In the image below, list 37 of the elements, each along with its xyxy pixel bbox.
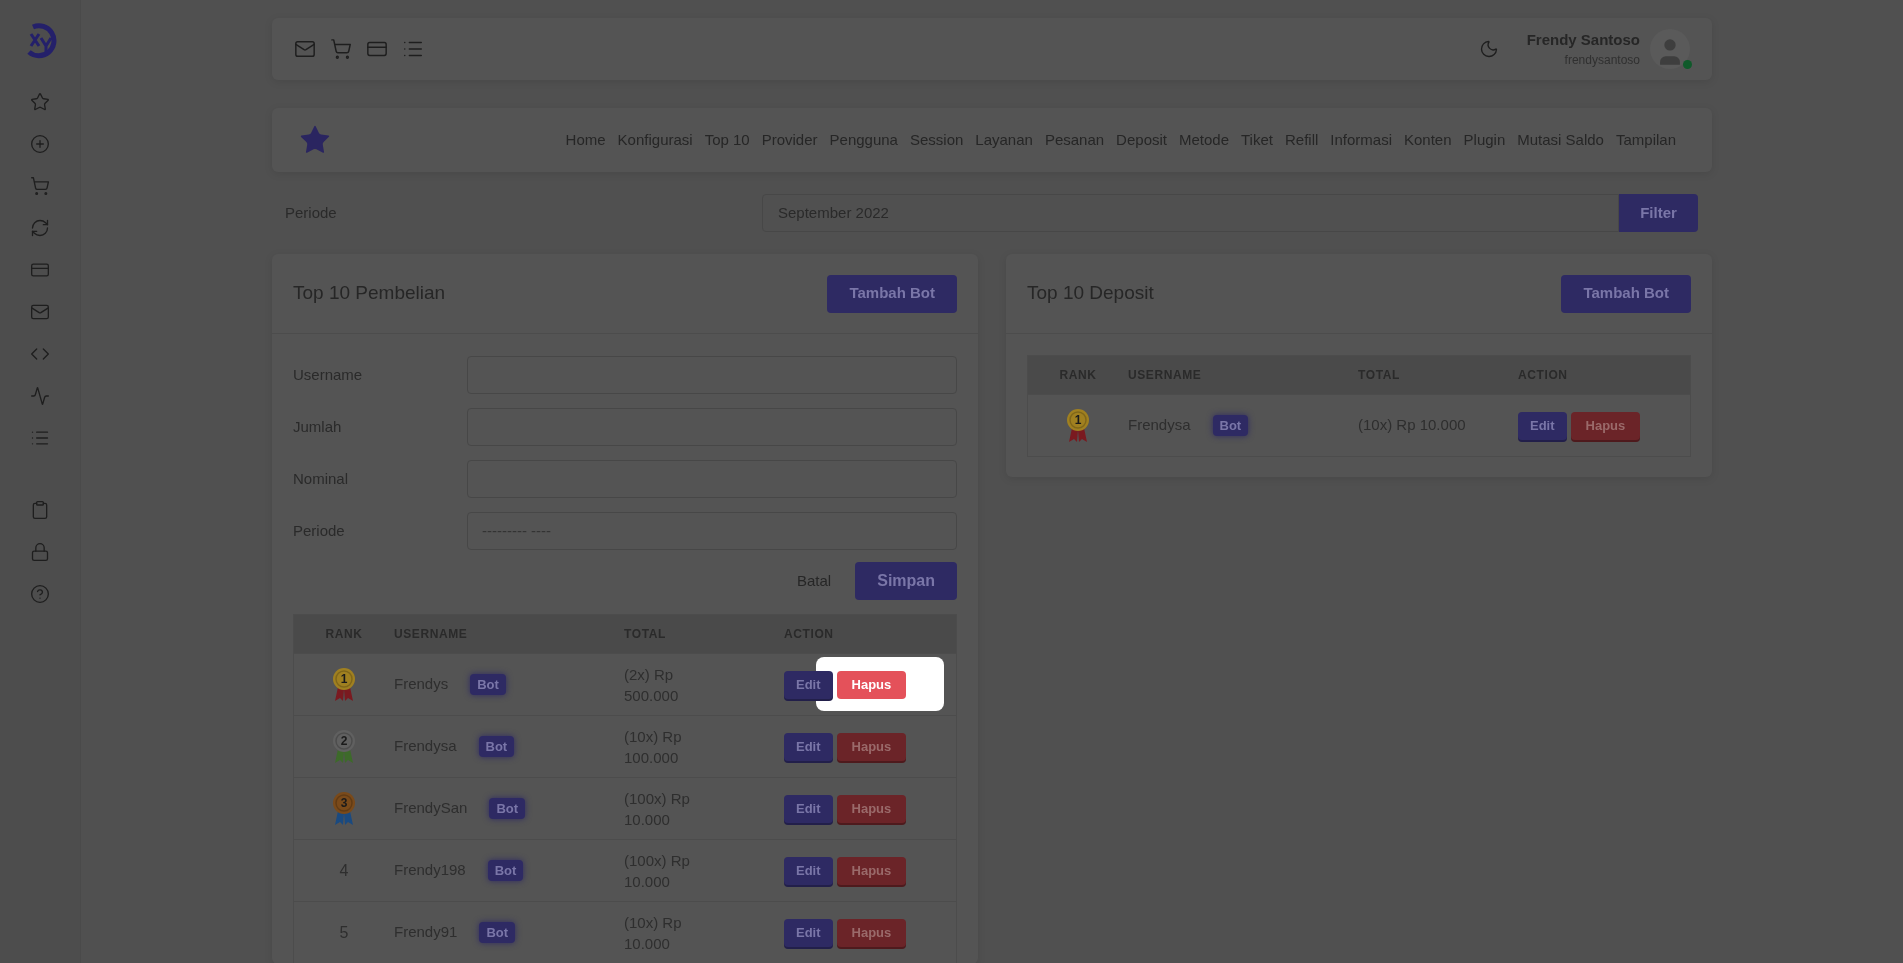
plus-circle-icon[interactable] [30,134,50,154]
date-placeholder: --------- ---- [482,520,552,541]
moon-icon[interactable] [1478,39,1499,59]
edit-button[interactable]: Edit [1518,411,1567,440]
bot-tag: Bot [470,673,506,696]
star-icon[interactable] [30,92,50,112]
edit-button[interactable]: Edit [784,670,833,699]
add-bot-button[interactable]: Tambah Bot [1561,274,1691,313]
edit-button[interactable]: Edit [784,794,833,823]
add-bot-button[interactable]: Tambah Bot [827,274,957,313]
refresh-icon[interactable] [30,218,50,238]
edit-button[interactable]: Edit [784,918,833,947]
delete-button[interactable]: Hapus [836,794,907,823]
delete-button[interactable]: Hapus [836,670,907,699]
help-icon[interactable] [30,584,50,604]
bot-tag: Bot [487,859,524,882]
bot-tag: Bot [489,797,526,820]
mail-icon[interactable] [30,302,50,322]
cart-icon[interactable] [330,38,352,60]
mail-icon[interactable] [294,38,316,60]
delete-button[interactable]: Hapus [836,856,907,885]
delete-button[interactable]: Hapus [836,918,907,947]
bot-tag: Bot [1212,414,1249,437]
edit-button[interactable]: Edit [784,856,833,885]
delete-button[interactable]: Hapus [836,732,907,761]
filter-button[interactable]: Filter [1619,194,1698,232]
input-field[interactable]: --------- ---- [467,512,957,550]
bot-tag: Bot [479,921,516,944]
bot-tag: Bot [478,735,515,758]
save-button[interactable]: Simpan [855,562,957,600]
avatar[interactable] [1650,29,1690,69]
cart-icon[interactable] [30,176,50,196]
delete-button[interactable]: Hapus [1570,411,1641,440]
lock-icon[interactable] [30,542,50,562]
clipboard-icon[interactable] [30,500,50,520]
activity-icon[interactable] [30,386,50,406]
edit-button[interactable]: Edit [784,732,833,761]
